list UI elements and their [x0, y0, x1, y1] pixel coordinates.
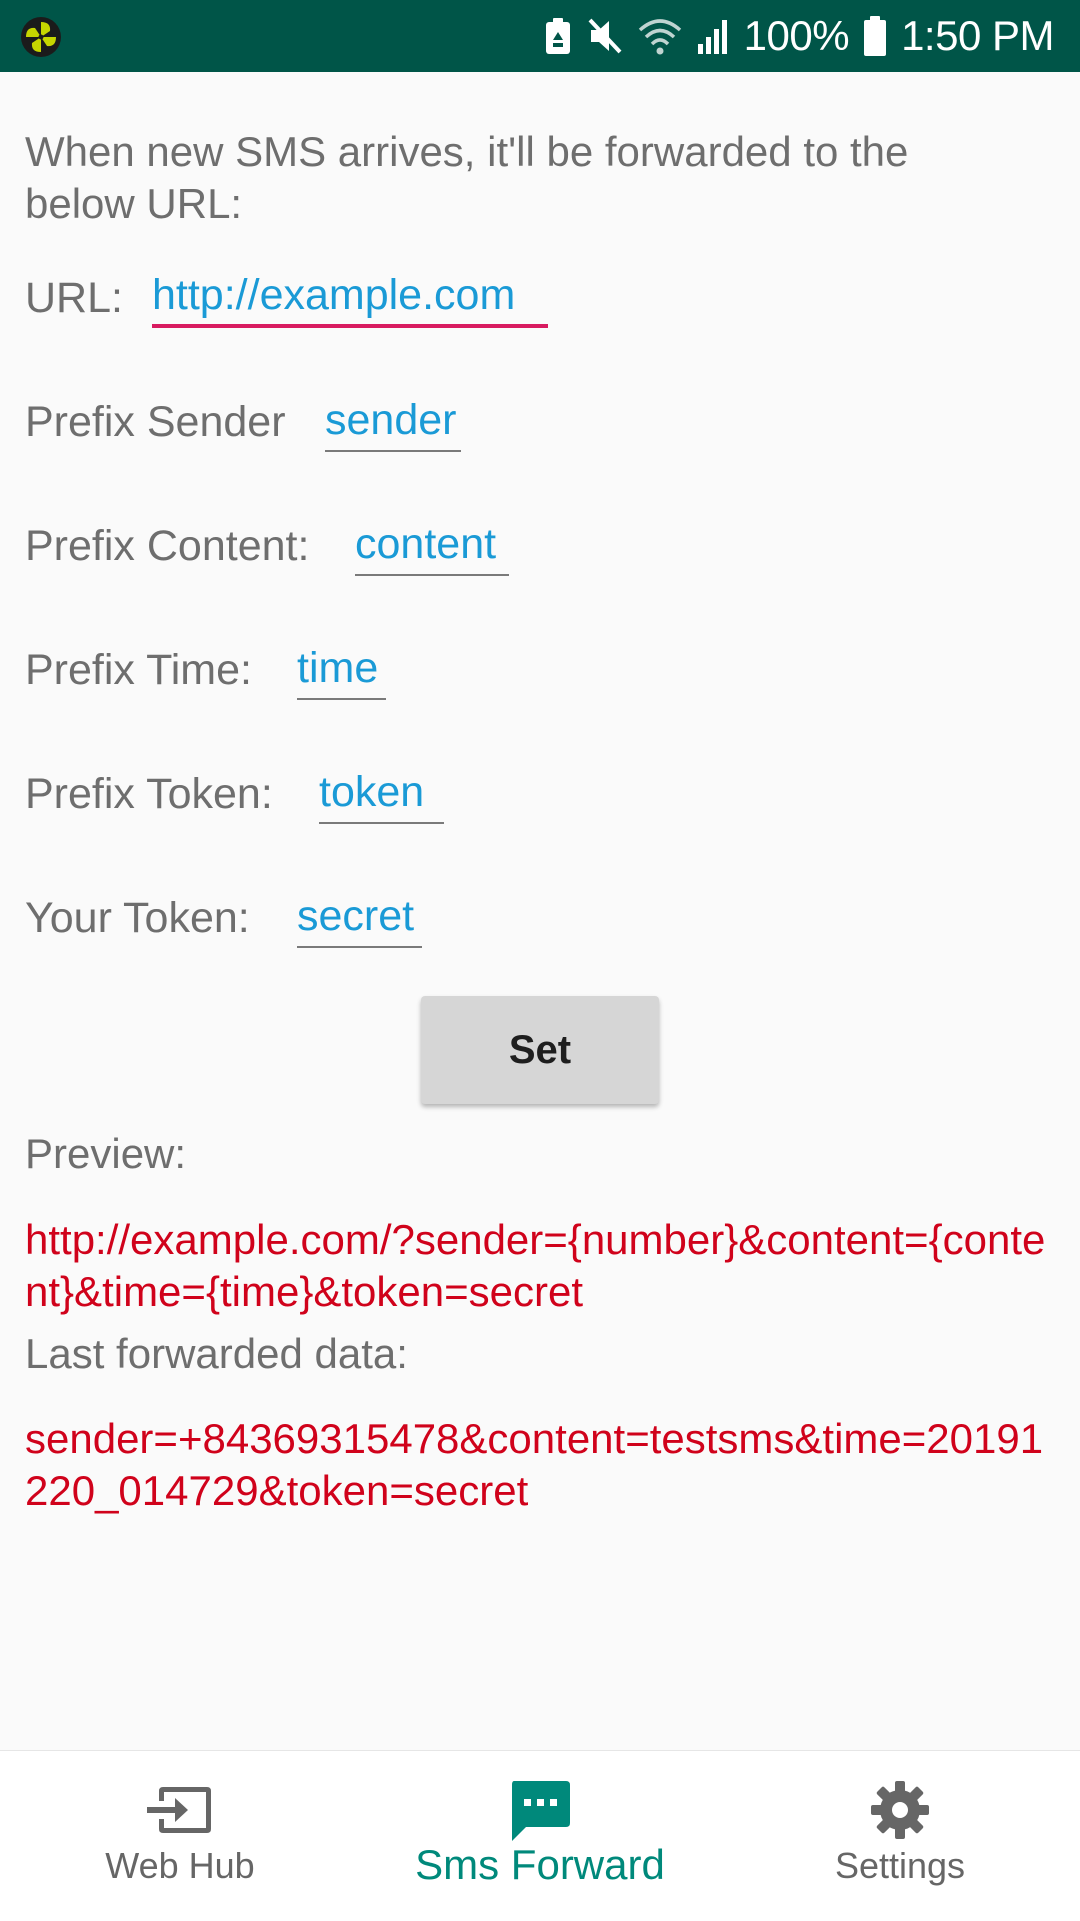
- nav-sms-forward[interactable]: Sms Forward: [360, 1751, 720, 1921]
- recycle-notification-icon: [545, 18, 570, 54]
- last-forwarded-label: Last forwarded data:: [25, 1330, 408, 1377]
- sms-icon: [512, 1781, 570, 1841]
- battery-icon: [864, 16, 887, 56]
- set-button[interactable]: Set: [421, 996, 659, 1104]
- app-pinwheel-icon: [21, 17, 61, 57]
- last-forwarded-value: sender=+84369315478&content=testsms&time…: [25, 1415, 1044, 1514]
- url-input[interactable]: [152, 266, 548, 328]
- preview-value: http://example.com/?sender={number}&cont…: [25, 1216, 1046, 1315]
- prefix-sender-input[interactable]: [325, 390, 461, 452]
- nav-sms-forward-label: Sms Forward: [415, 1841, 665, 1888]
- prefix-time-input[interactable]: [297, 638, 386, 700]
- prefix-time-label: Prefix Time:: [25, 646, 252, 694]
- bottom-navigation: Web Hub Sms Forward Settings: [0, 1750, 1080, 1921]
- status-bar: 100% 1:50 PM: [0, 0, 1080, 72]
- gear-icon: [871, 1781, 929, 1839]
- wifi-icon: [638, 19, 681, 55]
- url-label: URL:: [25, 274, 123, 322]
- preview-label: Preview:: [25, 1130, 187, 1177]
- prefix-content-label: Prefix Content:: [25, 522, 310, 570]
- login-arrow-icon: [147, 1787, 211, 1833]
- nav-settings[interactable]: Settings: [720, 1751, 1080, 1921]
- your-token-label: Your Token:: [25, 894, 250, 942]
- prefix-sender-label: Prefix Sender: [25, 398, 286, 446]
- prefix-token-input[interactable]: [319, 762, 444, 824]
- signal-icon: [697, 20, 727, 54]
- nav-settings-label: Settings: [834, 1845, 966, 1886]
- mute-icon: [588, 18, 622, 54]
- nav-web-hub-label: Web Hub: [105, 1845, 255, 1886]
- nav-web-hub[interactable]: Web Hub: [0, 1751, 360, 1921]
- prefix-content-input[interactable]: [355, 514, 509, 576]
- intro-text: When new SMS arrives, it'll be forwarded…: [25, 128, 909, 227]
- clock: 1:50 PM: [901, 12, 1054, 59]
- battery-percent: 100%: [743, 12, 850, 59]
- prefix-token-label: Prefix Token:: [25, 770, 273, 818]
- your-token-input[interactable]: [297, 886, 422, 948]
